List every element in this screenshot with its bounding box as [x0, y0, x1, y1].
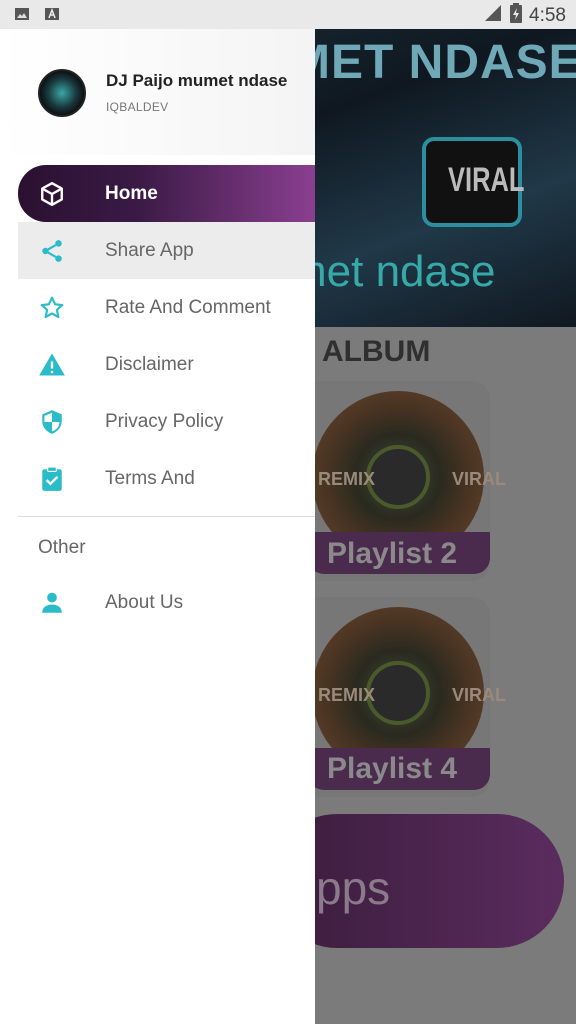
- person-icon: [38, 589, 66, 617]
- battery-icon: [509, 3, 523, 28]
- developer-name: IQBALDEV: [106, 100, 169, 114]
- drawer-header: DJ Paijo mumet ndase IQBALDEV: [0, 29, 315, 155]
- menu-item-label: Rate And Comment: [105, 296, 271, 318]
- menu-item-terms[interactable]: Terms And: [18, 450, 315, 507]
- clock: 4:58: [529, 4, 566, 26]
- cover-label-left: REMIX: [318, 469, 376, 489]
- banner-title: MET NDASE: [290, 36, 576, 89]
- menu-item-label: Privacy Policy: [105, 410, 224, 432]
- banner-badge: VIRAL: [448, 161, 525, 199]
- menu-item-rate[interactable]: Rate And Comment: [18, 279, 315, 336]
- menu-item-label: Disclaimer: [105, 353, 194, 375]
- app-name: DJ Paijo mumet ndase: [106, 71, 288, 90]
- share-icon: [38, 237, 66, 265]
- menu-item-label: Home: [105, 182, 158, 204]
- shield-icon: [38, 408, 66, 436]
- cover-label-right: VIRAL: [452, 685, 506, 705]
- text-icon: [44, 6, 60, 27]
- menu-item-label: Share App: [105, 239, 194, 261]
- drawer-divider: [18, 516, 315, 517]
- menu-item-disclaimer[interactable]: Disclaimer: [18, 336, 315, 393]
- playlist-label: Playlist 4: [327, 752, 458, 785]
- cube-icon: [38, 180, 66, 208]
- section-title-other: Other: [38, 537, 86, 558]
- more-apps-label: pps: [316, 862, 391, 914]
- menu-item-privacy[interactable]: Privacy Policy: [18, 393, 315, 450]
- clipboard-check-icon: [38, 465, 66, 493]
- menu-item-label: About Us: [105, 591, 184, 613]
- playlist-label: Playlist 2: [327, 537, 458, 570]
- status-bar: 4:58: [0, 0, 576, 29]
- signal-icon: [483, 3, 503, 28]
- menu-item-about[interactable]: About Us: [18, 574, 315, 631]
- star-icon: [38, 294, 66, 322]
- menu-item-home[interactable]: Home: [18, 165, 315, 222]
- image-icon: [14, 6, 30, 27]
- navigation-drawer[interactable]: DJ Paijo mumet ndase IQBALDEV Home Share…: [0, 29, 315, 1024]
- warning-icon: [38, 351, 66, 379]
- app-logo: [38, 69, 86, 117]
- menu-item-share[interactable]: Share App: [18, 222, 315, 279]
- menu-item-label: Terms And: [105, 467, 195, 489]
- album-section-title: ALBUM: [322, 335, 431, 368]
- cover-label-right: VIRAL: [452, 469, 506, 489]
- cover-label-left: REMIX: [318, 685, 376, 705]
- banner-subtitle: met ndase: [290, 247, 496, 296]
